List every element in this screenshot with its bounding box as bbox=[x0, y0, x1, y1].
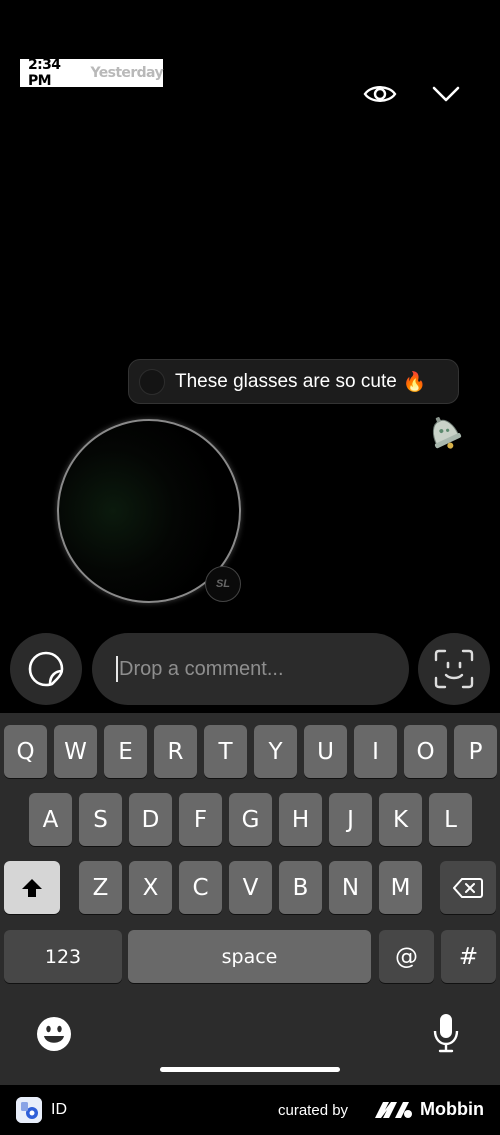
key-q[interactable]: Q bbox=[4, 725, 47, 778]
shift-arrow-icon bbox=[22, 878, 42, 897]
key-u[interactable]: U bbox=[304, 725, 347, 778]
key-a[interactable]: A bbox=[29, 793, 72, 846]
avatar bbox=[139, 368, 165, 395]
curated-by-label: curated by bbox=[278, 1102, 349, 1119]
footer-bar: ID curated by Mobbin bbox=[0, 1085, 500, 1135]
hash-key[interactable]: # bbox=[441, 930, 496, 983]
text-caret bbox=[116, 656, 118, 682]
key-i[interactable]: I bbox=[354, 725, 397, 778]
key-m[interactable]: M bbox=[379, 861, 422, 914]
comment-placeholder: Drop a comment... bbox=[119, 657, 284, 680]
key-k[interactable]: K bbox=[379, 793, 422, 846]
key-y[interactable]: Y bbox=[254, 725, 297, 778]
key-s[interactable]: S bbox=[79, 793, 122, 846]
comment-bubble[interactable]: These glasses are so cute 🔥 bbox=[128, 359, 459, 404]
face-scan-icon bbox=[434, 649, 474, 689]
key-z[interactable]: Z bbox=[79, 861, 122, 914]
key-g[interactable]: G bbox=[229, 793, 272, 846]
fire-emoji: 🔥 bbox=[402, 371, 427, 393]
key-d[interactable]: D bbox=[129, 793, 172, 846]
comment-text: These glasses are so cute bbox=[175, 370, 397, 392]
app-icon bbox=[16, 1097, 42, 1123]
key-f[interactable]: F bbox=[179, 793, 222, 846]
shift-key[interactable] bbox=[4, 861, 60, 914]
numbers-key[interactable]: 123 bbox=[4, 930, 122, 983]
key-b[interactable]: B bbox=[279, 861, 322, 914]
bell-icon bbox=[422, 412, 466, 452]
sl-badge-icon: SL bbox=[205, 566, 241, 602]
key-p[interactable]: P bbox=[454, 725, 497, 778]
key-e[interactable]: E bbox=[104, 725, 147, 778]
key-h[interactable]: H bbox=[279, 793, 322, 846]
key-r[interactable]: R bbox=[154, 725, 197, 778]
key-l[interactable]: L bbox=[429, 793, 472, 846]
backspace-icon bbox=[453, 877, 483, 898]
key-w[interactable]: W bbox=[54, 725, 97, 778]
chevron-down-icon[interactable] bbox=[428, 78, 464, 110]
at-key[interactable]: @ bbox=[379, 930, 434, 983]
key-o[interactable]: O bbox=[404, 725, 447, 778]
emoji-icon[interactable] bbox=[36, 1016, 72, 1052]
key-n[interactable]: N bbox=[329, 861, 372, 914]
timestamp-day: Yesterday bbox=[90, 65, 163, 81]
sticker-icon bbox=[28, 651, 64, 687]
space-key[interactable]: space bbox=[128, 930, 371, 983]
eye-icon[interactable] bbox=[362, 78, 398, 110]
mobbin-brand: Mobbin bbox=[420, 1099, 484, 1119]
sticker-button[interactable] bbox=[10, 633, 82, 705]
key-j[interactable]: J bbox=[329, 793, 372, 846]
story-timestamp: 2:34 PM Yesterday bbox=[20, 57, 164, 89]
compose-bar: Drop a comment... bbox=[0, 630, 500, 712]
microphone-icon[interactable] bbox=[432, 1013, 460, 1053]
keyboard: Q W E R T Y U I O P A S D F G H J K L Z … bbox=[0, 713, 500, 1085]
key-v[interactable]: V bbox=[229, 861, 272, 914]
key-c[interactable]: C bbox=[179, 861, 222, 914]
footer-app-label: ID bbox=[51, 1101, 67, 1118]
comment-input[interactable]: Drop a comment... bbox=[92, 633, 409, 705]
mobbin-logo-icon bbox=[375, 1100, 413, 1123]
key-x[interactable]: X bbox=[129, 861, 172, 914]
timestamp-time: 2:34 PM bbox=[28, 57, 61, 89]
backspace-key[interactable] bbox=[440, 861, 496, 914]
home-indicator[interactable] bbox=[160, 1067, 340, 1072]
face-effects-button[interactable] bbox=[418, 633, 490, 705]
key-t[interactable]: T bbox=[204, 725, 247, 778]
